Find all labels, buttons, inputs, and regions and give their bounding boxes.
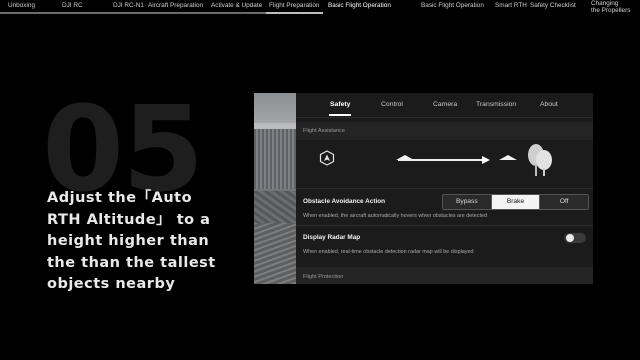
caption-line: Adjust the「Auto — [47, 190, 193, 206]
section-label-flight-assistance: Flight Assistance — [303, 128, 345, 134]
tutorial-nav: Unboxing DJI RC DJI RC-N1 Aircraft Prepa… — [0, 0, 640, 14]
arrow-right-icon — [482, 156, 490, 164]
radar-map-toggle[interactable] — [564, 233, 586, 243]
toggle-knob — [566, 234, 574, 242]
drone-icon — [319, 150, 335, 166]
nav-item-unboxing[interactable]: Unboxing — [8, 2, 35, 9]
nav-item-smart-rth[interactable]: Smart RTH — [495, 2, 527, 9]
bypass-option[interactable]: Bypass — [443, 195, 492, 209]
tab-camera[interactable]: Camera — [433, 101, 457, 108]
radar-marker-right — [499, 155, 517, 160]
obstacle-avoidance-segmented-control: Bypass Brake Off — [442, 194, 589, 210]
divider — [296, 188, 593, 189]
nav-item-dji-rc[interactable]: DJI RC — [62, 2, 83, 9]
nav-item-safety-checklist[interactable]: Safety Checklist — [530, 2, 576, 9]
detection-line — [398, 159, 484, 161]
brake-option[interactable]: Brake — [491, 195, 541, 209]
tab-transmission[interactable]: Transmission — [476, 101, 516, 108]
nav-item-changing-propellers[interactable]: Changing the Propellers — [591, 0, 631, 14]
off-option[interactable]: Off — [540, 195, 588, 209]
nav-item-aircraft-preparation[interactable]: Aircraft Preparation — [148, 2, 203, 9]
radar-map-label: Display Radar Map — [303, 234, 361, 241]
nav-item-changing-propellers-line2: the Propellers — [591, 6, 631, 14]
active-tab-indicator — [329, 114, 351, 116]
nav-progress-current — [266, 12, 323, 14]
flight-protection-header: Flight Protection — [296, 267, 593, 284]
camera-view-ground-near — [254, 223, 296, 284]
tab-control[interactable]: Control — [381, 101, 403, 108]
radar-map-description: When enabled, real-time obstacle detecti… — [303, 249, 474, 255]
settings-tabs: Safety Control Camera Transmission About — [296, 93, 593, 118]
nav-item-flight-preparation[interactable]: Flight Preparation — [269, 2, 319, 9]
caption-line: the than the tallest — [47, 254, 216, 271]
camera-view-building — [254, 129, 296, 189]
caption-line: RTH Altitude」 to a — [47, 211, 211, 228]
caption-line: height higher than — [47, 233, 210, 249]
nav-item-dji-rc-n1[interactable]: DJI RC-N1 — [113, 2, 144, 9]
settings-panel: Safety Control Camera Transmission About… — [296, 93, 593, 284]
app-screen: Safety Control Camera Transmission About… — [254, 93, 593, 284]
camera-view — [254, 93, 296, 284]
tab-safety[interactable]: Safety — [330, 101, 350, 108]
obstacle-avoidance-illustration — [296, 137, 593, 181]
caption-line: objects nearby — [47, 276, 176, 292]
section-label-flight-protection: Flight Protection — [303, 274, 344, 280]
tab-about[interactable]: About — [540, 101, 558, 108]
step-caption: Adjust the「Auto RTH Altitude」 to a heigh… — [47, 188, 217, 296]
nav-item-basic-flight-operation-1[interactable]: Basic Flight Operation — [328, 2, 391, 9]
obstacle-avoidance-label: Obstacle Avoidance Action — [303, 198, 386, 205]
tree-icon — [528, 144, 552, 176]
obstacle-avoidance-description: When enabled, the aircraft automatically… — [303, 213, 487, 219]
divider — [296, 225, 593, 226]
nav-item-activate-update[interactable]: Activate & Update — [211, 2, 262, 9]
nav-item-basic-flight-operation-2[interactable]: Basic Flight Operation — [421, 2, 484, 9]
